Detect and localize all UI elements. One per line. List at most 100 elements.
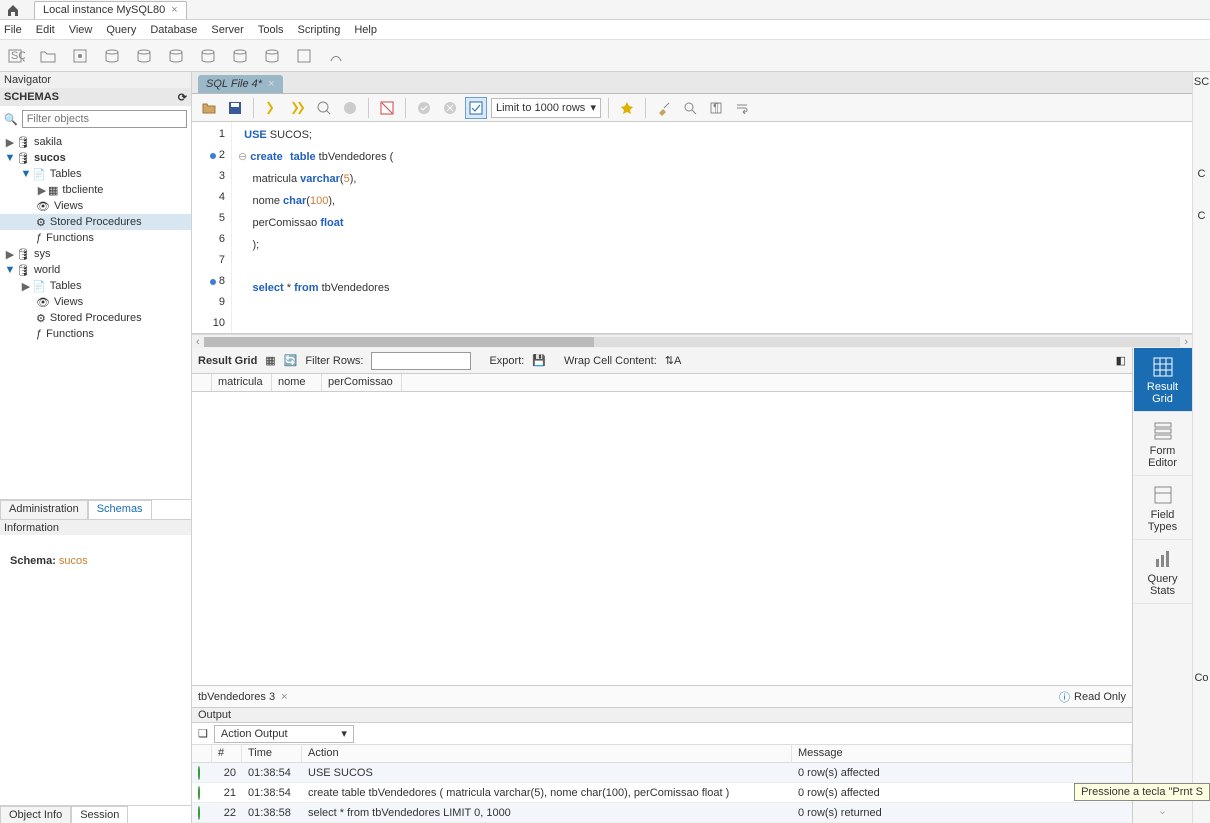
tree-functions[interactable]: Functions [46, 232, 94, 244]
db-icon-3[interactable] [164, 44, 188, 68]
db-icon-8[interactable] [324, 44, 348, 68]
tree-sakila[interactable]: sakila [34, 136, 62, 148]
db-icon-1[interactable] [100, 44, 124, 68]
menu-edit[interactable]: Edit [36, 24, 55, 36]
execute-current-icon[interactable] [287, 97, 309, 119]
connection-tab[interactable]: Local instance MySQL80 × [34, 1, 187, 19]
inspector-icon[interactable] [68, 44, 92, 68]
menu-server[interactable]: Server [211, 24, 243, 36]
db-icon-4[interactable] [196, 44, 220, 68]
grid-col-percomissao[interactable]: perComissao [322, 374, 402, 391]
filter-rows-input[interactable] [371, 352, 471, 370]
output-row[interactable]: 22 01:38:58 select * from tbVendedores L… [192, 803, 1132, 823]
close-icon[interactable]: × [171, 4, 177, 16]
tree-sucos[interactable]: sucos [34, 152, 66, 164]
scroll-right-icon[interactable]: › [1184, 336, 1188, 348]
scroll-left-icon[interactable]: ‹ [196, 336, 200, 348]
db-icon-2[interactable] [132, 44, 156, 68]
result-tab[interactable]: tbVendedores 3 × [198, 691, 288, 703]
collapse-icon[interactable]: ▼ [20, 168, 32, 180]
open-icon[interactable] [198, 97, 220, 119]
tab-object-info[interactable]: Object Info [0, 806, 71, 823]
output-row[interactable]: 21 01:38:54 create table tbVendedores ( … [192, 783, 1132, 803]
grid-body[interactable] [192, 392, 1132, 685]
tree-views2[interactable]: Views [54, 296, 83, 308]
expand-icon[interactable]: ▶ [20, 280, 32, 293]
db-icon-7[interactable] [292, 44, 316, 68]
collapse-icon[interactable]: ▼ [4, 264, 16, 276]
explain-icon[interactable] [313, 97, 335, 119]
save-icon[interactable] [224, 97, 246, 119]
open-sql-script-icon[interactable] [36, 44, 60, 68]
schema-tree[interactable]: ▶🛢sakila ▼🛢sucos ▼📄Tables ▶▦tbcliente 👁V… [0, 132, 191, 499]
brush-icon[interactable] [653, 97, 675, 119]
home-icon[interactable] [4, 1, 22, 19]
invisible-chars-icon[interactable]: ¶ [705, 97, 727, 119]
out-col-action[interactable]: Action [302, 745, 792, 762]
right-collapsed-panel[interactable]: SC C C Co [1192, 72, 1210, 823]
output-row[interactable]: 20 01:38:54 USE SUCOS 0 row(s) affected [192, 763, 1132, 783]
tab-schemas[interactable]: Schemas [88, 500, 152, 519]
out-col-message[interactable]: Message [792, 745, 1132, 762]
execute-icon[interactable] [261, 97, 283, 119]
tree-world[interactable]: world [34, 264, 60, 276]
autocommit-icon[interactable] [465, 97, 487, 119]
output-type-icon[interactable]: ❏ [198, 727, 208, 740]
tab-session[interactable]: Session [71, 806, 128, 823]
grid-col-nome[interactable]: nome [272, 374, 322, 391]
side-form-editor[interactable]: Form Editor [1134, 412, 1192, 476]
close-icon[interactable]: × [281, 691, 287, 703]
rollback-circle-icon[interactable] [439, 97, 461, 119]
filter-objects-input[interactable] [22, 110, 187, 128]
db-icon-5[interactable] [228, 44, 252, 68]
menu-scripting[interactable]: Scripting [298, 24, 341, 36]
tree-functions2[interactable]: Functions [46, 328, 94, 340]
tab-administration[interactable]: Administration [0, 500, 88, 519]
tree-stored[interactable]: Stored Procedures [50, 216, 142, 228]
side-field-types[interactable]: Field Types [1134, 476, 1192, 540]
menu-tools[interactable]: Tools [258, 24, 284, 36]
out-col-time[interactable]: Time [242, 745, 302, 762]
chevron-down-icon[interactable]: ⌄ [1152, 798, 1173, 823]
db-icon-6[interactable] [260, 44, 284, 68]
no-limit-icon[interactable] [376, 97, 398, 119]
side-result-grid[interactable]: Result Grid [1134, 348, 1192, 412]
expand-icon[interactable]: ▶ [4, 136, 16, 149]
export-icon[interactable]: 💾 [532, 354, 546, 367]
new-sql-tab-icon[interactable]: SQL [4, 44, 28, 68]
commit-circle-icon[interactable] [413, 97, 435, 119]
menu-help[interactable]: Help [354, 24, 377, 36]
wrap-toggle-icon[interactable]: ⇅A [665, 354, 682, 367]
collapse-icon[interactable]: ▼ [4, 152, 16, 164]
grid-icon[interactable]: ▦ [265, 354, 275, 367]
side-query-stats[interactable]: Query Stats [1134, 540, 1192, 604]
menu-view[interactable]: View [69, 24, 93, 36]
tree-tbcliente[interactable]: tbcliente [62, 184, 103, 196]
tree-tables2[interactable]: Tables [50, 280, 82, 292]
sql-editor[interactable]: 1 2 3 4 5 6 7 8 9 10 USE SUCOS; ⊖ create… [192, 122, 1192, 334]
menu-file[interactable]: File [4, 24, 22, 36]
out-col-hash[interactable]: # [212, 745, 242, 762]
find-icon[interactable] [679, 97, 701, 119]
tree-sys[interactable]: sys [34, 248, 51, 260]
tree-stored2[interactable]: Stored Procedures [50, 312, 142, 324]
sql-file-tab[interactable]: SQL File 4* × [198, 75, 283, 93]
stop-icon[interactable] [339, 97, 361, 119]
close-icon[interactable]: × [268, 78, 274, 90]
refresh-icon[interactable]: 🔄 [284, 354, 298, 367]
beautify-icon[interactable] [616, 97, 638, 119]
tree-tables[interactable]: Tables [50, 168, 82, 180]
limit-selector[interactable]: Limit to 1000 rows ▾ [491, 98, 601, 118]
menu-query[interactable]: Query [106, 24, 136, 36]
expand-icon[interactable]: ▶ [4, 248, 16, 261]
code-area[interactable]: USE SUCOS; ⊖ create table tbVendedores (… [232, 122, 1192, 333]
horizontal-scrollbar[interactable]: ‹ › [192, 334, 1192, 348]
wrap-icon[interactable] [731, 97, 753, 119]
panel-toggle-icon[interactable]: ◧ [1116, 354, 1126, 367]
grid-col-matricula[interactable]: matricula [212, 374, 272, 391]
expand-icon[interactable]: ▶ [36, 184, 48, 197]
tree-views[interactable]: Views [54, 200, 83, 212]
menu-database[interactable]: Database [150, 24, 197, 36]
output-type-selector[interactable]: Action Output ▾ [214, 725, 354, 743]
refresh-icon[interactable]: ⟳ [178, 91, 187, 104]
